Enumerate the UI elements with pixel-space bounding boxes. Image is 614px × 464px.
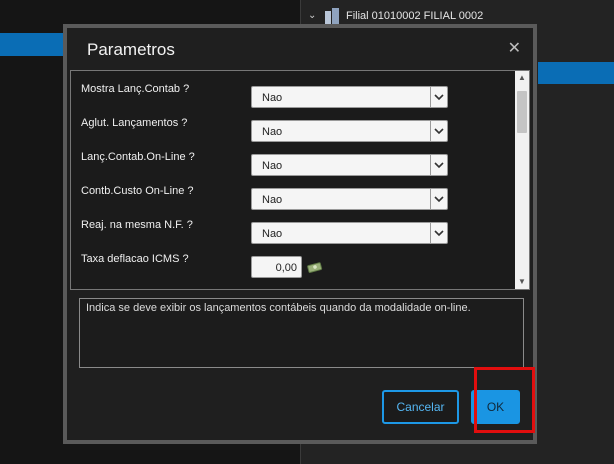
select-value: Nao xyxy=(262,126,283,138)
select-value: Nao xyxy=(262,160,283,172)
number-value: 0,00 xyxy=(275,262,297,274)
parameters-dialog: Parametros ✕ Mostra Lanç.Contab ? Nao Ag… xyxy=(63,24,537,444)
param-select[interactable]: Nao xyxy=(251,222,448,244)
param-number-input[interactable]: 0,00 xyxy=(251,256,302,278)
param-label: Aglut. Lançamentos ? xyxy=(81,117,188,129)
param-select[interactable]: Nao xyxy=(251,86,448,108)
chevron-down-icon[interactable] xyxy=(430,189,447,209)
background-tab-highlight-right xyxy=(538,62,614,84)
tree-item-label: Filial 01010002 FILIAL 0002 xyxy=(346,10,484,22)
param-select[interactable]: Nao xyxy=(251,120,448,142)
tree-item-filial[interactable]: ⌄ Filial 01010002 FILIAL 0002 xyxy=(308,8,483,24)
chevron-down-icon[interactable] xyxy=(430,87,447,107)
chevron-down-icon[interactable] xyxy=(430,121,447,141)
parameters-list[interactable]: Mostra Lanç.Contab ? Nao Aglut. Lançamen… xyxy=(70,70,530,290)
scroll-down-icon[interactable]: ▼ xyxy=(515,275,529,289)
scroll-thumb[interactable] xyxy=(517,91,527,133)
scroll-up-icon[interactable]: ▲ xyxy=(515,71,529,85)
select-value: Nao xyxy=(262,92,283,104)
chevron-down-icon[interactable] xyxy=(430,223,447,243)
param-label: Taxa deflacao ICMS ? xyxy=(81,253,189,265)
chevron-down-icon[interactable]: ⌄ xyxy=(308,11,318,21)
param-select[interactable]: Nao xyxy=(251,154,448,176)
help-text: Indica se deve exibir os lançamentos con… xyxy=(86,302,471,314)
param-label: Reaj. na mesma N.F. ? xyxy=(81,219,193,231)
close-icon[interactable]: ✕ xyxy=(508,38,521,58)
select-value: Nao xyxy=(262,194,283,206)
param-label: Contb.Custo On-Line ? xyxy=(81,185,194,197)
param-select[interactable]: Nao xyxy=(251,188,448,210)
ok-button[interactable]: OK xyxy=(471,390,520,424)
param-label: Mostra Lanç.Contab ? xyxy=(81,83,190,95)
dialog-title: Parametros xyxy=(87,40,175,59)
help-text-box: Indica se deve exibir os lançamentos con… xyxy=(79,298,524,368)
vertical-scrollbar[interactable]: ▲ ▼ xyxy=(515,71,529,289)
param-label: Lanç.Contab.On-Line ? xyxy=(81,151,195,163)
money-icon[interactable] xyxy=(307,261,323,273)
building-icon xyxy=(324,8,340,24)
select-value: Nao xyxy=(262,228,283,240)
chevron-down-icon[interactable] xyxy=(430,155,447,175)
background-tab-highlight-left xyxy=(0,33,64,56)
cancel-button[interactable]: Cancelar xyxy=(382,390,459,424)
